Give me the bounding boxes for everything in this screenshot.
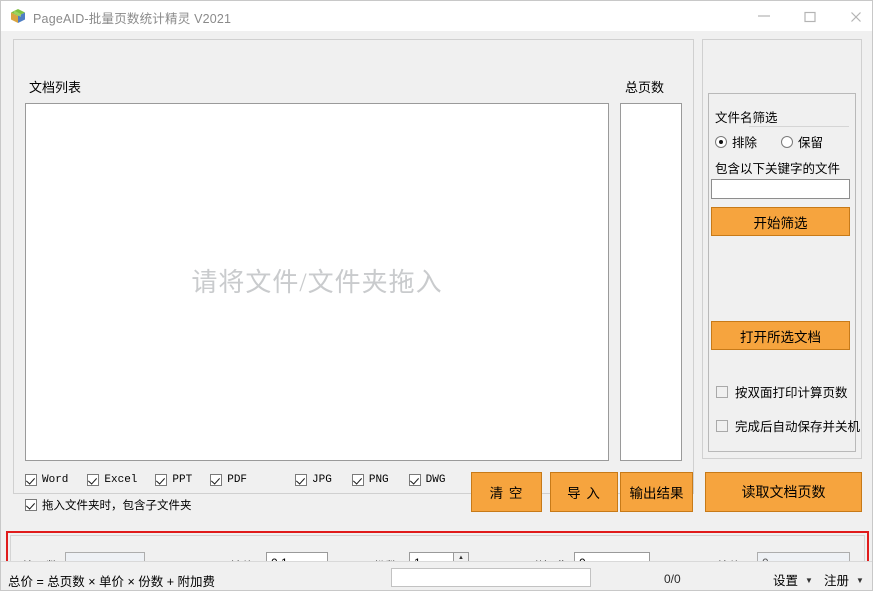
title-bar: PageAID-批量页数统计精灵 V2021 [1, 1, 872, 32]
checkbox-pdf[interactable]: PDF [210, 474, 247, 486]
price-formula-text: 总价 = 总页数 × 单价 × 份数 + 附加费 [8, 575, 215, 589]
export-result-button[interactable]: 输出结果 [620, 472, 693, 512]
app-cube-icon [10, 8, 26, 24]
settings-menu-label: 设置 [773, 574, 799, 588]
filename-filter-label: 文件名筛选 [715, 111, 778, 125]
page-count-column-label: 总页数 [623, 77, 667, 96]
checkbox-excel[interactable]: Excel [87, 474, 137, 486]
register-menu-label: 注册 [824, 574, 850, 588]
checkbox-box [155, 474, 168, 486]
register-menu[interactable]: 注册 ▼ [824, 570, 864, 589]
page-count-list[interactable] [620, 103, 682, 461]
filter-mode-radio-group: 排除 保留 [715, 132, 847, 151]
checkbox-word[interactable]: Word [25, 474, 68, 486]
radio-exclude[interactable]: 排除 [715, 132, 757, 151]
checkbox-label: DWG [425, 474, 446, 486]
checkbox-label: JPG [312, 474, 332, 486]
start-filter-button[interactable]: 开始筛选 [711, 207, 850, 236]
application-window: PageAID-批量页数统计精灵 V2021 文档列表 总页数 高级设置 请将文… [0, 0, 873, 591]
checkbox-ppt[interactable]: PPT [155, 474, 192, 486]
chevron-down-icon: ▼ [856, 576, 864, 585]
keyword-label: 包含以下关键字的文件 [715, 162, 841, 176]
checkbox-jpg[interactable]: JPG [295, 474, 332, 486]
checkbox-label: 完成后自动保存并关机 [735, 420, 861, 434]
checkbox-box [716, 419, 728, 432]
checkbox-box [716, 385, 728, 398]
checkbox-label: PPT [172, 474, 193, 486]
checkbox-label: PNG [368, 474, 389, 486]
checkbox-label: PDF [227, 474, 248, 486]
radio-dot [715, 135, 727, 148]
checkbox-box [351, 474, 364, 486]
clear-button[interactable]: 清 空 [471, 472, 542, 512]
open-selected-doc-button[interactable]: 打开所选文档 [711, 321, 850, 350]
settings-menu[interactable]: 设置 ▼ [773, 570, 813, 589]
checkbox-label: 拖入文件夹时，包含子文件夹 [42, 500, 192, 512]
checkbox-label: Excel [104, 474, 138, 486]
radio-label: 保留 [798, 136, 824, 150]
checkbox-box [210, 474, 223, 486]
chevron-down-icon: ▼ [805, 576, 813, 585]
radio-label: 排除 [732, 136, 758, 150]
checkbox-duplex-page-count[interactable]: 按双面打印计算页数 [716, 382, 848, 401]
filetype-checkbox-row: Word Excel PPT PDF JPG PNG DWG [25, 474, 445, 486]
status-bar: 总价 = 总页数 × 单价 × 份数 + 附加费 0/0 设置 ▼ 注册 ▼ [1, 561, 872, 590]
maximize-icon[interactable] [787, 1, 833, 30]
file-drop-area[interactable]: 请将文件/文件夹拖入 [25, 103, 609, 461]
keyword-input[interactable] [711, 179, 850, 199]
checkbox-box [25, 474, 37, 486]
window-title: PageAID-批量页数统计精灵 V2021 [33, 12, 232, 26]
read-page-count-button[interactable]: 读取文档页数 [705, 472, 862, 512]
import-button[interactable]: 导 入 [550, 472, 618, 512]
drop-hint-text: 请将文件/文件夹拖入 [191, 268, 443, 297]
group-divider [749, 126, 849, 127]
close-icon[interactable] [833, 1, 872, 30]
progress-bar [391, 568, 591, 587]
main-body: 文档列表 总页数 高级设置 请将文件/文件夹拖入 Word Excel PPT … [1, 31, 872, 590]
include-subfolders-row: 拖入文件夹时，包含子文件夹 [25, 497, 192, 513]
checkbox-box [408, 474, 421, 486]
checkbox-png[interactable]: PNG [351, 474, 389, 486]
checkbox-include-subfolders[interactable]: 拖入文件夹时，包含子文件夹 [25, 497, 192, 513]
checkbox-box [295, 474, 308, 486]
checkbox-dwg[interactable]: DWG [408, 474, 446, 486]
checkbox-box [87, 474, 100, 486]
radio-keep[interactable]: 保留 [781, 132, 823, 151]
checkbox-box [25, 499, 37, 511]
checkbox-auto-save-shutdown[interactable]: 完成后自动保存并关机 [716, 416, 860, 435]
minimize-icon[interactable] [741, 1, 787, 30]
checkbox-label: Word [42, 474, 69, 486]
checkbox-label: 按双面打印计算页数 [735, 386, 848, 400]
radio-dot [781, 135, 794, 148]
progress-count: 0/0 [664, 572, 681, 586]
doc-list-label: 文档列表 [27, 77, 84, 96]
